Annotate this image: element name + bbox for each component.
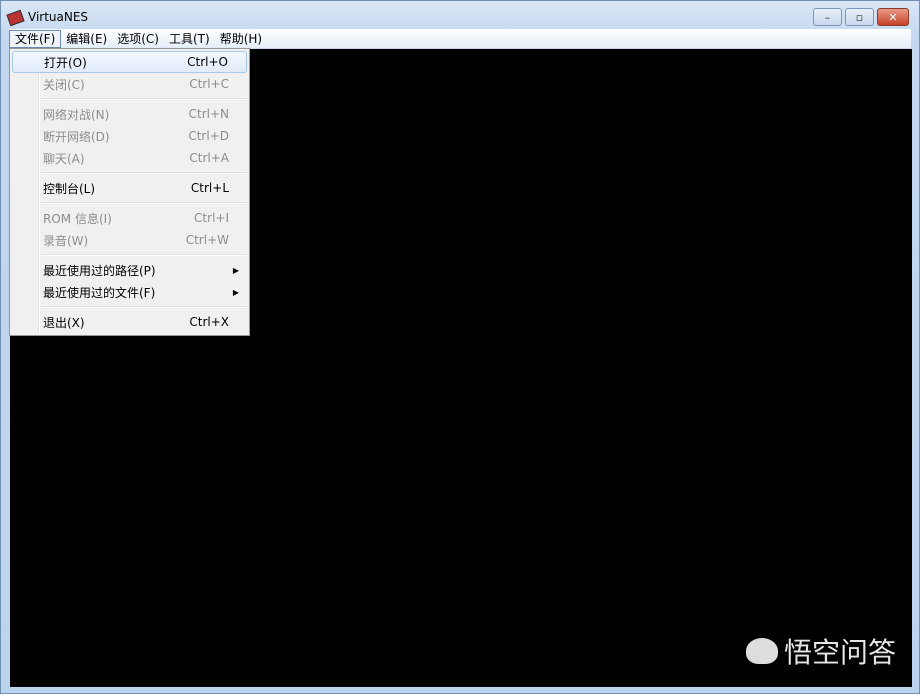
menu-item[interactable]: 断开网络(D) Ctrl+D: [12, 125, 247, 147]
menu-item-shortcut: Ctrl+X: [189, 315, 229, 329]
menu-item-label: 控制台(L): [43, 181, 96, 196]
wukong-logo-icon: [745, 638, 778, 664]
menu-item-shortcut: Ctrl+O: [187, 55, 228, 69]
menu-item-label: 最近使用过的文件(F): [43, 285, 156, 300]
menu-item-shortcut: Ctrl+W: [185, 233, 229, 247]
submenu-arrow-icon: ▶: [232, 287, 239, 297]
minimize-button[interactable]: –: [813, 8, 842, 26]
menu-item-shortcut: Ctrl+A: [189, 151, 229, 165]
menu-item[interactable]: 录音(W) Ctrl+W: [12, 229, 247, 251]
menu-item[interactable]: 打开(O) Ctrl+O: [12, 51, 247, 73]
maximize-button[interactable]: ▫: [845, 8, 874, 26]
menu-item[interactable]: ROM 信息(I) Ctrl+I: [12, 207, 247, 229]
file-menu-dropdown: 打开(O) Ctrl+O 关闭(C) Ctrl+C 网络对战(N) Ctrl+N 断开网络(…: [9, 48, 250, 336]
menu-item[interactable]: 聊天(A) Ctrl+A: [12, 147, 247, 169]
menu-options[interactable]: 选项(C): [112, 30, 164, 48]
menu-separator: [41, 169, 247, 177]
menu-item-label: 录音(W): [43, 233, 89, 248]
menu-separator: [41, 303, 247, 311]
app-icon: [7, 9, 23, 25]
menu-separator: [41, 199, 247, 207]
menu-item[interactable]: 退出(X) Ctrl+X: [12, 311, 247, 333]
menu-item-label: 打开(O): [44, 55, 87, 70]
window-title: VirtuaNES: [28, 10, 89, 24]
watermark-text: 悟空问答: [783, 636, 896, 669]
menu-item-shortcut: Ctrl+L: [190, 181, 229, 195]
menu-item[interactable]: 控制台(L) Ctrl+L: [12, 177, 247, 199]
menu-bar: 文件(F) 编辑(E) 选项(C) 工具(T) 帮助(H): [9, 29, 911, 48]
menu-tools[interactable]: 工具(T): [164, 30, 215, 48]
menu-item-shortcut: Ctrl+I: [194, 211, 229, 225]
menu-item-label: 退出(X): [43, 315, 85, 330]
menu-item[interactable]: 最近使用过的路径(P) ▶: [12, 259, 247, 281]
menu-file[interactable]: 文件(F): [9, 29, 62, 48]
menu-item-shortcut: Ctrl+C: [189, 77, 229, 91]
menu-item-label: 断开网络(D): [43, 129, 110, 144]
menu-item-label: ROM 信息(I): [43, 211, 112, 226]
menu-item[interactable]: 关闭(C) Ctrl+C: [12, 73, 247, 95]
menu-item-shortcut: Ctrl+D: [188, 129, 229, 143]
menu-item-label: 关闭(C): [43, 77, 85, 92]
menu-item-label: 聊天(A): [43, 151, 85, 166]
menu-help[interactable]: 帮助(H): [215, 30, 267, 48]
menu-item-label: 网络对战(N): [43, 107, 110, 122]
menu-item[interactable]: 网络对战(N) Ctrl+N: [12, 103, 247, 125]
close-button[interactable]: ✕: [877, 8, 909, 26]
menu-item[interactable]: 最近使用过的文件(F) ▶: [12, 281, 247, 303]
menu-separator: [41, 95, 247, 103]
menu-item-label: 最近使用过的路径(P): [43, 263, 156, 278]
menu-separator: [41, 251, 247, 259]
menu-item-shortcut: Ctrl+N: [188, 107, 229, 121]
title-bar: VirtuaNES: [7, 7, 88, 27]
menu-edit[interactable]: 编辑(E): [61, 30, 112, 48]
submenu-arrow-icon: ▶: [232, 265, 239, 275]
watermark: 悟空问答: [745, 631, 896, 671]
app-window: VirtuaNES – ▫ ✕ 文件(F) 编辑(E) 选项(C) 工具(T) …: [0, 0, 920, 694]
